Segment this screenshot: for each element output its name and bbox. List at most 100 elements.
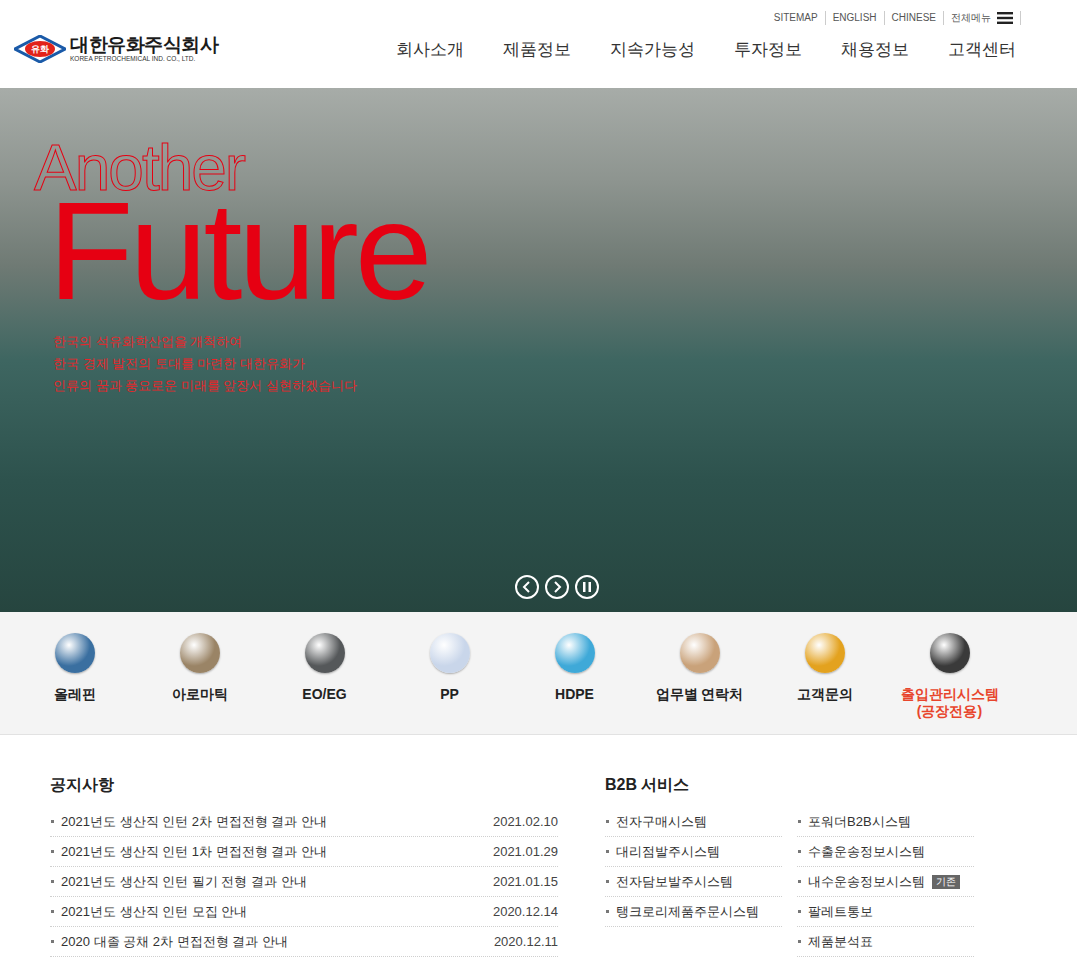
hero-banner: AnotherFuture한국의 석유화학산업을 개척하여한국 경제 발전의 토… — [0, 88, 1077, 612]
chevron-left-icon — [522, 581, 532, 593]
quick-link-label: 고객문의 — [797, 686, 853, 703]
b2b-link[interactable]: 수출운송정보시스템 — [797, 837, 974, 867]
notice-row[interactable]: 2021년도 생산직 인턴 2차 면접전형 결과 안내2021.02.10 — [50, 807, 558, 837]
notices-title: 공지사항 — [50, 775, 558, 795]
utility-links: SITEMAP ENGLISH CHINESE 전체메뉴 — [767, 11, 1021, 25]
quick-link-icon — [805, 633, 845, 673]
prev-button[interactable] — [515, 575, 539, 599]
notice-date: 2021.01.15 — [493, 872, 558, 892]
logo[interactable]: 유화대한유화주식회사KOREA PETROCHEMICAL IND. CO., … — [14, 35, 218, 63]
header: SITEMAP ENGLISH CHINESE 전체메뉴유화대한유화주식회사KOREA… — [0, 0, 1077, 88]
bullet — [51, 910, 54, 913]
utility-link-text: 전체메뉴 — [951, 11, 991, 25]
bullet — [606, 820, 609, 823]
b2b-column: 전자구매시스템대리점발주시스템전자담보발주시스템탱크로리제품주문시스템 — [605, 807, 782, 957]
bullet — [51, 850, 54, 853]
utility-link[interactable]: ENGLISH — [826, 11, 885, 25]
utility-link-text: SITEMAP — [774, 12, 818, 23]
b2b-label: 대리점발주시스템 — [616, 842, 720, 862]
nav-item[interactable]: 고객센터 — [948, 38, 1016, 62]
b2b-label: 전자구매시스템 — [616, 812, 707, 832]
quick-link-label: 출입관리시스템 (공장전용) — [901, 686, 999, 720]
utility-link[interactable]: 전체메뉴 — [944, 11, 1021, 25]
nav-item[interactable]: 지속가능성 — [610, 38, 695, 62]
notice-date: 2020.12.11 — [494, 932, 558, 952]
notice-title: 2021년도 생산직 인턴 2차 면접전형 결과 안내 — [61, 812, 493, 832]
b2b-panel: B2B 서비스전자구매시스템대리점발주시스템전자담보발주시스템탱크로리제품주문시… — [605, 775, 974, 957]
quick-link-icon — [555, 633, 595, 673]
quick-links: 올레핀 아로마틱 EO/EGPP HDPE 업무별 연락처 고객문의 출입관리시스템 (공장… — [0, 612, 1077, 735]
notice-title: 2021년도 생산직 인턴 필기 전형 결과 안내 — [61, 872, 493, 892]
hero-title: AnotherFuture — [34, 138, 429, 326]
nav-item[interactable]: 투자정보 — [734, 38, 802, 62]
bullet — [51, 940, 54, 943]
quick-link[interactable]: 고객문의 — [762, 633, 887, 734]
utility-link-text: ENGLISH — [833, 12, 877, 23]
hero-line: 인류의 꿈과 풍요로운 미래를 앞장서 실현하겠습니다 — [53, 375, 357, 397]
b2b-link[interactable]: 전자구매시스템 — [605, 807, 782, 837]
quick-link[interactable]: EO/EG — [262, 633, 387, 734]
quick-link[interactable]: PP — [387, 633, 512, 734]
nav-item[interactable]: 회사소개 — [396, 38, 464, 62]
quick-link-label: 업무별 연락처 — [656, 686, 744, 703]
quick-link[interactable]: 올레핀 — [12, 633, 137, 734]
slider-controls — [515, 575, 599, 599]
pause-icon — [582, 581, 592, 593]
logo-name: 대한유화주식회사 — [70, 35, 218, 54]
b2b-link[interactable]: 전자담보발주시스템 — [605, 867, 782, 897]
b2b-columns: 전자구매시스템대리점발주시스템전자담보발주시스템탱크로리제품주문시스템 포워더B2… — [605, 807, 974, 957]
quick-link-label: HDPE — [555, 686, 594, 703]
bullet — [798, 820, 801, 823]
nav-item[interactable]: 제품정보 — [503, 38, 571, 62]
bullet — [606, 880, 609, 883]
hamburger-icon — [997, 12, 1013, 24]
hero-line: 한국의 석유화학산업을 개척하여 — [53, 331, 357, 353]
quick-link[interactable]: 출입관리시스템 (공장전용) — [887, 633, 1012, 734]
notice-row[interactable]: 2021년도 생산직 인턴 모집 안내2020.12.14 — [50, 897, 558, 927]
hero-line: 한국 경제 발전의 토대를 마련한 대한유화가 — [53, 353, 357, 375]
quick-link[interactable]: 업무별 연락처 — [637, 633, 762, 734]
bullet — [606, 850, 609, 853]
utility-link[interactable]: SITEMAP — [767, 11, 826, 25]
bullet — [798, 880, 801, 883]
utility-link-text: CHINESE — [892, 12, 936, 23]
quick-link[interactable]: HDPE — [512, 633, 637, 734]
notices-panel: 공지사항 2021년도 생산직 인턴 2차 면접전형 결과 안내2021.02.1… — [50, 775, 558, 957]
b2b-link[interactable]: 탱크로리제품주문시스템 — [605, 897, 782, 927]
b2b-label: 내수운송정보시스템 — [808, 872, 925, 892]
b2b-link[interactable]: 포워더B2B시스템 — [797, 807, 974, 837]
bullet — [51, 880, 54, 883]
hero-title-large: Future — [48, 176, 429, 326]
notice-date: 2021.02.10 — [493, 812, 558, 832]
b2b-link[interactable]: 제품분석표 — [797, 927, 974, 957]
bottom-section: 공지사항 2021년도 생산직 인턴 2차 면접전형 결과 안내2021.02.1… — [0, 735, 1077, 957]
b2b-link[interactable]: 내수운송정보시스템 기존 — [797, 867, 974, 897]
bullet — [606, 910, 609, 913]
notice-date: 2021.01.29 — [493, 842, 558, 862]
pause-button[interactable] — [575, 575, 599, 599]
b2b-link[interactable]: 대리점발주시스템 — [605, 837, 782, 867]
notice-title: 2020 대졸 공채 2차 면접전형 결과 안내 — [61, 932, 494, 952]
quick-link-icon — [430, 633, 470, 673]
quick-link-label: 올레핀 — [54, 686, 96, 703]
notice-row[interactable]: 2020 대졸 공채 2차 면접전형 결과 안내2020.12.11 — [50, 927, 558, 957]
b2b-label: 팔레트통보 — [808, 902, 873, 922]
logo-text: 대한유화주식회사 KOREA PETROCHEMICAL IND. CO., LT… — [70, 35, 218, 63]
b2b-label: 탱크로리제품주문시스템 — [616, 902, 759, 922]
quick-link[interactable]: 아로마틱 — [137, 633, 262, 734]
hero-lines: 한국의 석유화학산업을 개척하여한국 경제 발전의 토대를 마련한 대한유화가인… — [53, 331, 357, 397]
quick-link-icon — [680, 633, 720, 673]
quick-link-label: 아로마틱 — [172, 686, 228, 703]
b2b-badge: 기존 — [932, 875, 960, 889]
b2b-link[interactable]: 팔레트통보 — [797, 897, 974, 927]
next-button[interactable] — [545, 575, 569, 599]
utility-link[interactable]: CHINESE — [885, 11, 944, 25]
notice-row[interactable]: 2021년도 생산직 인턴 1차 면접전형 결과 안내2021.01.29 — [50, 837, 558, 867]
logo-english: KOREA PETROCHEMICAL IND. CO., LTD. — [70, 56, 218, 63]
b2b-label: 전자담보발주시스템 — [616, 872, 733, 892]
b2b-label: 포워더B2B시스템 — [808, 812, 911, 832]
nav-item[interactable]: 채용정보 — [841, 38, 909, 62]
notice-title: 2021년도 생산직 인턴 모집 안내 — [61, 902, 493, 922]
notice-row[interactable]: 2021년도 생산직 인턴 필기 전형 결과 안내2021.01.15 — [50, 867, 558, 897]
notice-date: 2020.12.14 — [493, 902, 558, 922]
